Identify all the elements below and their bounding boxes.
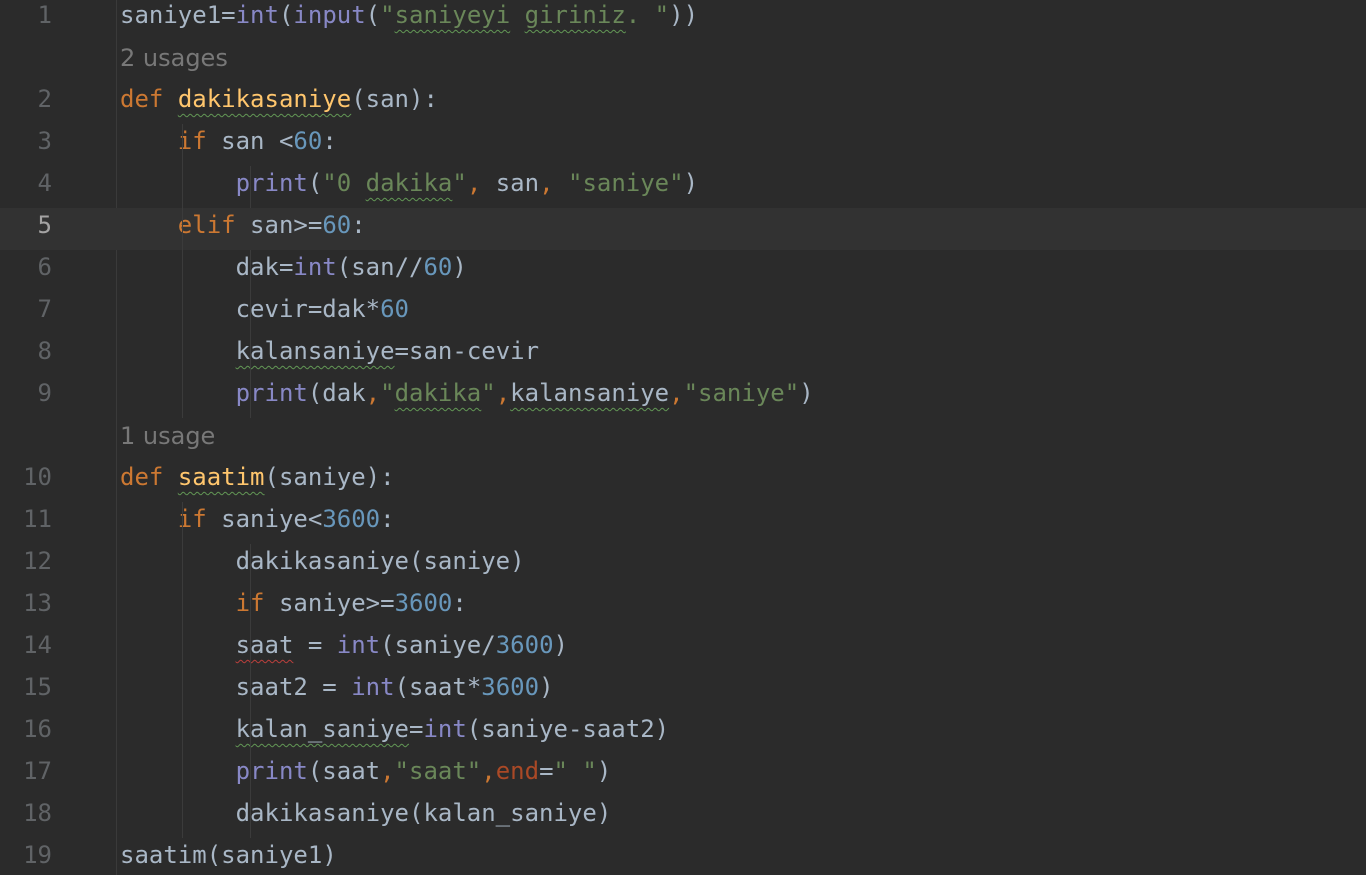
- indent-guide: [182, 292, 183, 334]
- code-line-7[interactable]: 7 cevir=dak*60: [0, 292, 1366, 334]
- code-text[interactable]: if saniye<3600:: [120, 502, 395, 544]
- indent-guide: [250, 628, 252, 670]
- usage-hint-row: 1 usage: [0, 418, 1366, 460]
- line-number[interactable]: 16: [0, 712, 52, 754]
- code-text[interactable]: saat = int(saniye/3600): [120, 628, 568, 670]
- indent-guide: [182, 124, 183, 166]
- code-line-19[interactable]: 19 saatim(saniye1): [0, 838, 1366, 875]
- line-number[interactable]: 1: [0, 0, 52, 40]
- code-line-8[interactable]: 8 kalansaniye=san-cevir: [0, 334, 1366, 376]
- code-line-11[interactable]: 11 if saniye<3600:: [0, 502, 1366, 544]
- usages-inlay-hint[interactable]: 1 usage: [120, 418, 215, 460]
- code-text[interactable]: dakikasaniye(kalan_saniye): [120, 796, 612, 838]
- code-text[interactable]: cevir=dak*60: [120, 292, 409, 334]
- line-number[interactable]: 13: [0, 586, 52, 628]
- indent-guide: [250, 544, 252, 586]
- indent-guide: [182, 670, 183, 712]
- code-line-16[interactable]: 16 kalan_saniye=int(saniye-saat2): [0, 712, 1366, 754]
- indent-guide: [250, 376, 252, 418]
- indent-guide: [250, 292, 252, 334]
- line-number[interactable]: 5: [0, 208, 52, 250]
- line-number[interactable]: 8: [0, 334, 52, 376]
- line-number[interactable]: 12: [0, 544, 52, 586]
- code-text[interactable]: def saatim(saniye):: [120, 460, 395, 502]
- indent-guide: [250, 250, 252, 292]
- line-number[interactable]: 11: [0, 502, 52, 544]
- indent-guide: [182, 586, 183, 628]
- indent-guide: [250, 754, 252, 796]
- line-number[interactable]: 6: [0, 250, 52, 292]
- line-number[interactable]: 9: [0, 376, 52, 418]
- code-line-18[interactable]: 18 dakikasaniye(kalan_saniye): [0, 796, 1366, 838]
- code-line-14[interactable]: 14 saat = int(saniye/3600): [0, 628, 1366, 670]
- indent-guide: [182, 376, 183, 418]
- code-text[interactable]: saniye1=int(input("saniyeyi giriniz. ")): [120, 0, 698, 40]
- code-text[interactable]: dak=int(san//60): [120, 250, 467, 292]
- code-line-10[interactable]: 10 def saatim(saniye):: [0, 460, 1366, 502]
- indent-guide: [182, 754, 183, 796]
- indent-guide: [250, 586, 252, 628]
- indent-guide: [182, 544, 183, 586]
- indent-guide: [182, 334, 183, 376]
- line-number[interactable]: 14: [0, 628, 52, 670]
- line-number[interactable]: 18: [0, 796, 52, 838]
- indent-guide: [250, 166, 252, 208]
- code-line-6[interactable]: 6 dak=int(san//60): [0, 250, 1366, 292]
- indent-guide: [182, 796, 183, 838]
- indent-guide: [182, 712, 183, 754]
- code-text[interactable]: if san <60:: [120, 124, 337, 166]
- indent-guide: [250, 796, 252, 838]
- code-line-5[interactable]: 5 elif san>=60:: [0, 208, 1366, 250]
- usage-hint-row: 2 usages: [0, 40, 1366, 82]
- code-line-1[interactable]: 1 saniye1=int(input("saniyeyi giriniz. ")…: [0, 0, 1366, 40]
- indent-guide: [182, 166, 183, 208]
- code-editor[interactable]: 1 saniye1=int(input("saniyeyi giriniz. ")…: [0, 0, 1366, 875]
- code-text[interactable]: def dakikasaniye(san):: [120, 82, 438, 124]
- code-line-12[interactable]: 12 dakikasaniye(saniye): [0, 544, 1366, 586]
- indent-guide: [182, 208, 183, 250]
- line-number[interactable]: 3: [0, 124, 52, 166]
- indent-guide: [250, 712, 252, 754]
- line-number[interactable]: 19: [0, 838, 52, 875]
- code-text[interactable]: saat2 = int(saat*3600): [120, 670, 554, 712]
- indent-guide: [250, 670, 252, 712]
- code-area[interactable]: 1 saniye1=int(input("saniyeyi giriniz. ")…: [0, 0, 1366, 875]
- line-number[interactable]: 17: [0, 754, 52, 796]
- code-text[interactable]: kalan_saniye=int(saniye-saat2): [120, 712, 670, 754]
- code-text[interactable]: if saniye>=3600:: [120, 586, 467, 628]
- line-number[interactable]: 2: [0, 82, 52, 124]
- line-number[interactable]: 4: [0, 166, 52, 208]
- code-line-2[interactable]: 2 def dakikasaniye(san):: [0, 82, 1366, 124]
- usages-inlay-hint[interactable]: 2 usages: [120, 40, 228, 82]
- indent-guide: [182, 628, 183, 670]
- code-line-15[interactable]: 15 saat2 = int(saat*3600): [0, 670, 1366, 712]
- line-number[interactable]: 15: [0, 670, 52, 712]
- line-number[interactable]: 7: [0, 292, 52, 334]
- code-line-13[interactable]: 13 if saniye>=3600:: [0, 586, 1366, 628]
- code-line-9[interactable]: 9 print(dak,"dakika",kalansaniye,"saniye…: [0, 376, 1366, 418]
- indent-guide: [250, 334, 252, 376]
- indent-guide: [182, 502, 183, 544]
- code-text[interactable]: saatim(saniye1): [120, 838, 337, 875]
- code-line-4[interactable]: 4 print("0 dakika", san, "saniye"): [0, 166, 1366, 208]
- code-text[interactable]: print(saat,"saat",end=" "): [120, 754, 612, 796]
- code-text[interactable]: dakikasaniye(saniye): [120, 544, 525, 586]
- code-line-17[interactable]: 17 print(saat,"saat",end=" "): [0, 754, 1366, 796]
- code-text[interactable]: print("0 dakika", san, "saniye"): [120, 166, 698, 208]
- indent-guide: [182, 250, 183, 292]
- code-text[interactable]: print(dak,"dakika",kalansaniye,"saniye"): [120, 376, 814, 418]
- code-line-3[interactable]: 3 if san <60:: [0, 124, 1366, 166]
- code-text[interactable]: elif san>=60:: [120, 208, 366, 250]
- line-number[interactable]: 10: [0, 460, 52, 502]
